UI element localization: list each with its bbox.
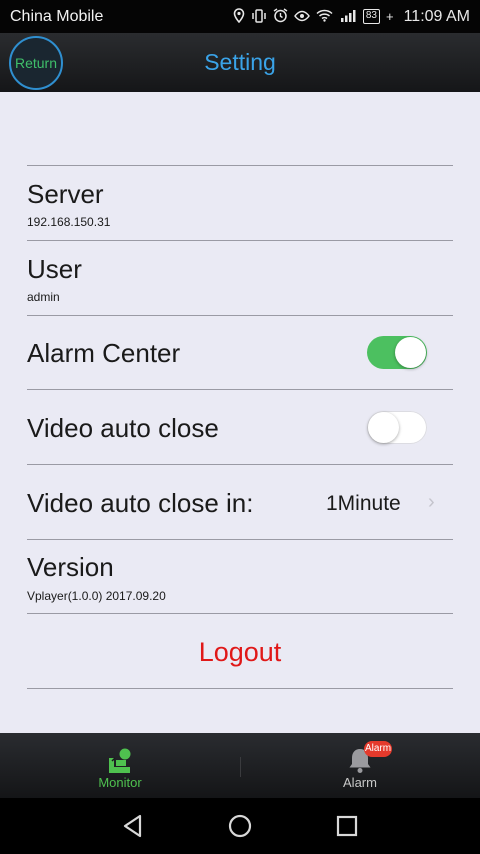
back-icon[interactable] xyxy=(119,812,147,840)
alarm-clock-icon xyxy=(273,8,288,25)
video-auto-close-label: Video auto close xyxy=(27,413,219,443)
settings-list: Server 192.168.150.31 User admin Alarm C… xyxy=(0,92,480,733)
toggle-knob xyxy=(395,337,426,368)
header-bar: Return Setting xyxy=(0,33,480,92)
logout-button[interactable]: Logout xyxy=(0,637,480,668)
video-auto-close-in-value: 1Minute xyxy=(326,492,401,515)
chevron-right-icon: › xyxy=(428,491,435,513)
charging-icon: + xyxy=(385,9,394,24)
divider xyxy=(27,613,453,614)
alarm-badge: Alarm xyxy=(364,741,392,757)
tab-monitor[interactable]: Monitor xyxy=(0,733,240,798)
bottom-tab-bar: Monitor Alarm Alarm xyxy=(0,733,480,798)
system-nav-bar xyxy=(0,798,480,854)
version-label: Version xyxy=(27,552,114,582)
vibrate-icon xyxy=(251,8,267,25)
divider xyxy=(27,688,453,689)
divider xyxy=(27,240,453,241)
server-label: Server xyxy=(27,179,104,209)
monitor-icon xyxy=(109,748,131,773)
video-auto-close-in-label: Video auto close in: xyxy=(27,488,254,518)
divider xyxy=(27,464,453,465)
battery-icon: 83 xyxy=(362,9,380,24)
signal-icon xyxy=(339,9,357,25)
status-icons: 83 + 11:09 AM xyxy=(233,8,470,26)
location-icon xyxy=(233,8,245,25)
tab-monitor-label: Monitor xyxy=(98,775,142,790)
user-value: admin xyxy=(27,290,60,304)
home-icon[interactable] xyxy=(226,812,254,840)
carrier-label: China Mobile xyxy=(10,7,104,25)
page-title: Setting xyxy=(204,49,276,75)
tab-alarm[interactable]: Alarm Alarm xyxy=(240,733,480,798)
status-time: 11:09 AM xyxy=(403,7,470,25)
divider xyxy=(27,389,453,390)
tab-alarm-label: Alarm xyxy=(343,775,377,790)
wifi-icon xyxy=(316,9,333,24)
eye-icon xyxy=(293,10,310,24)
server-value: 192.168.150.31 xyxy=(27,215,111,229)
divider xyxy=(27,539,453,540)
user-label: User xyxy=(27,254,82,284)
status-bar: China Mobile 83 + 11:09 AM xyxy=(0,0,480,33)
return-button[interactable]: Return xyxy=(9,36,63,90)
divider xyxy=(27,165,453,166)
alarm-center-toggle[interactable] xyxy=(367,336,427,369)
alarm-center-label: Alarm Center xyxy=(27,338,181,368)
version-value: Vplayer(1.0.0) 2017.09.20 xyxy=(27,589,166,603)
divider xyxy=(27,315,453,316)
recents-icon[interactable] xyxy=(333,812,361,840)
video-auto-close-toggle[interactable] xyxy=(367,411,427,444)
toggle-knob xyxy=(368,412,399,443)
